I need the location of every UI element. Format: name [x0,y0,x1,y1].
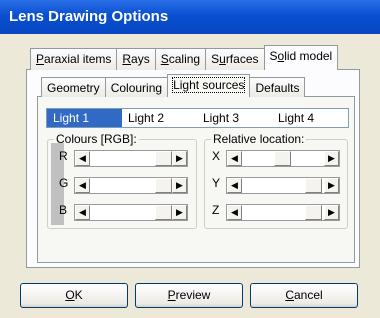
green-slider-thumb[interactable] [155,178,172,193]
scroll-left-icon[interactable]: ◀ [227,205,242,220]
scroll-left-icon[interactable]: ◀ [227,151,242,166]
red-label: R [59,149,68,163]
blue-slider-thumb[interactable] [155,205,172,220]
preview-button[interactable]: Preview [135,283,243,308]
blue-slider[interactable]: ◀ ▶ [74,204,188,221]
scroll-left-icon[interactable]: ◀ [75,151,90,166]
scroll-left-icon[interactable]: ◀ [75,205,90,220]
scroll-right-icon[interactable]: ▶ [324,178,339,193]
scroll-right-icon[interactable]: ▶ [172,178,187,193]
tab-light-sources[interactable]: Light sources [167,74,251,97]
tab-rays[interactable]: Rays [116,48,156,70]
scroll-right-icon[interactable]: ▶ [324,205,339,220]
light-item-3[interactable]: Light 3 [197,109,272,127]
light-list[interactable]: Light 1 Light 2 Light 3 Light 4 [46,108,349,128]
blue-label: B [59,203,68,217]
green-slider[interactable]: ◀ ▶ [74,177,188,194]
light-item-2[interactable]: Light 2 [122,109,197,127]
tab-solid-model[interactable]: Solid model [263,45,339,70]
y-label: Y [212,176,221,190]
z-slider-thumb[interactable] [305,205,322,220]
tab-colouring[interactable]: Colouring [104,77,169,97]
y-slider[interactable]: ◀ ▶ [226,177,340,194]
scroll-right-icon[interactable]: ▶ [324,151,339,166]
tab-defaults[interactable]: Defaults [249,77,306,97]
location-group-label: Relative location: [211,132,307,146]
ok-button[interactable]: OK [20,283,128,308]
red-slider-thumb[interactable] [155,151,172,166]
scroll-right-icon[interactable]: ▶ [172,151,187,166]
z-slider[interactable]: ◀ ▶ [226,204,340,221]
tab-geometry[interactable]: Geometry [41,77,106,97]
main-tab-strip: Paraxial items Rays Scaling Surfaces Sol… [30,45,339,70]
scroll-left-icon[interactable]: ◀ [75,178,90,193]
scroll-right-icon[interactable]: ▶ [172,205,187,220]
green-label: G [59,176,69,190]
scroll-left-icon[interactable]: ◀ [227,178,242,193]
x-slider-thumb[interactable] [274,151,291,166]
light-item-1[interactable]: Light 1 [47,109,122,127]
cancel-button[interactable]: Cancel [250,283,358,308]
tab-scaling[interactable]: Scaling [154,48,207,70]
tab-surfaces[interactable]: Surfaces [205,48,265,70]
tab-paraxial-items[interactable]: Paraxial items [30,48,118,70]
colours-group-label: Colours [RGB]: [54,132,139,146]
dialog-window: Lens Drawing Options Paraxial items Rays… [0,0,380,318]
window-title: Lens Drawing Options [9,8,169,25]
z-label: Z [212,203,220,217]
x-slider[interactable]: ◀ ▶ [226,150,340,167]
sub-tab-strip: Geometry Colouring Light sources Default… [41,74,306,97]
red-slider[interactable]: ◀ ▶ [74,150,188,167]
light-item-4[interactable]: Light 4 [272,109,347,127]
x-label: X [212,149,221,163]
y-slider-thumb[interactable] [305,178,322,193]
title-bar: Lens Drawing Options [0,0,380,34]
